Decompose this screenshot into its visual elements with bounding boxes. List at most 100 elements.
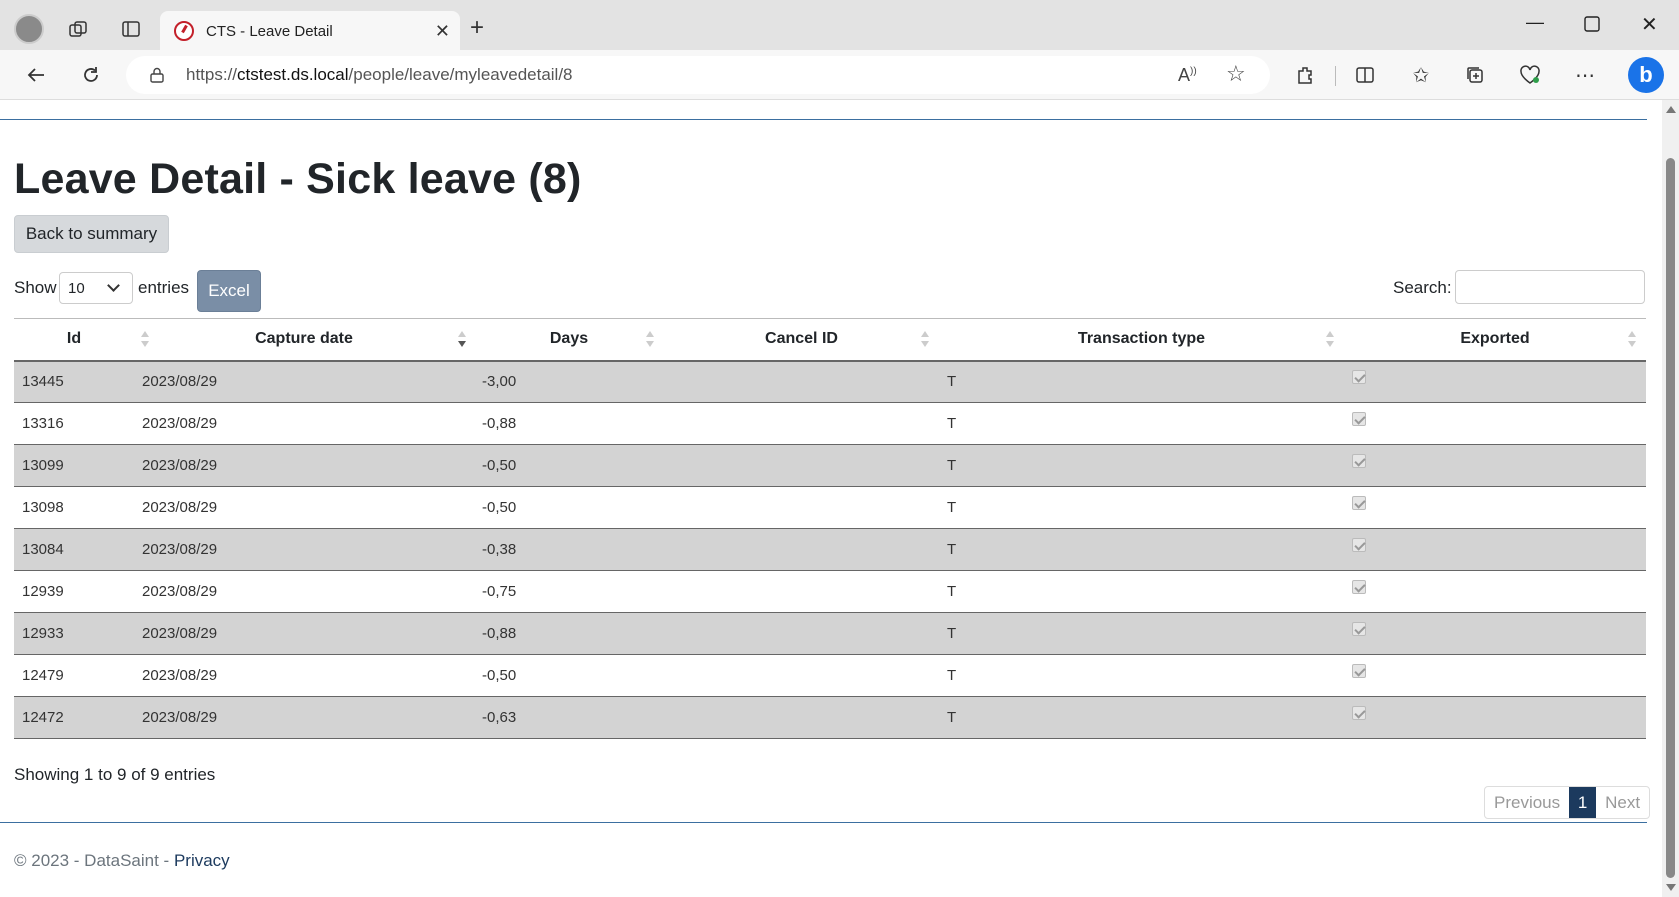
refresh-icon[interactable] [76, 60, 106, 90]
cell-capture-date: 2023/08/29 [134, 570, 474, 613]
tab-active[interactable]: CTS - Leave Detail ✕ [160, 11, 460, 51]
column-header-transaction-type[interactable]: Transaction type [939, 318, 1344, 362]
cell-exported [1344, 528, 1646, 571]
maximize-icon[interactable] [1584, 12, 1600, 37]
table-row: 13098 2023/08/29 -0,50 T [14, 486, 1646, 529]
browser-essentials-icon[interactable] [1515, 60, 1545, 90]
table-row: 12939 2023/08/29 -0,75 T [14, 570, 1646, 613]
cell-id: 13099 [14, 444, 134, 487]
copyright-text: © 2023 - DataSaint - [14, 851, 174, 870]
scrollbar-thumb[interactable] [1666, 158, 1675, 878]
cell-id: 12933 [14, 612, 134, 655]
exported-checkbox [1352, 621, 1366, 636]
cell-days: -0,50 [474, 444, 664, 487]
cell-capture-date: 2023/08/29 [134, 528, 474, 571]
column-header-days[interactable]: Days [474, 318, 664, 362]
cell-days: -0,88 [474, 612, 664, 655]
extensions-icon[interactable] [1290, 60, 1320, 90]
lock-icon[interactable] [150, 67, 164, 83]
table-row: 13084 2023/08/29 -0,38 T [14, 528, 1646, 571]
page-1-button[interactable]: 1 [1569, 787, 1597, 818]
cell-capture-date: 2023/08/29 [134, 654, 474, 697]
table-body: 13445 2023/08/29 -3,00 T 13316 2023/08/29 -0,8… [14, 360, 1646, 739]
bing-icon[interactable]: b [1626, 55, 1666, 95]
excel-export-button[interactable]: Excel [197, 270, 261, 312]
exported-checkbox [1352, 705, 1366, 720]
cell-exported [1344, 402, 1646, 445]
table-row: 12933 2023/08/29 -0,88 T [14, 612, 1646, 655]
cell-exported [1344, 654, 1646, 697]
cell-exported [1344, 486, 1646, 529]
cell-transaction-type: T [939, 402, 1344, 445]
read-aloud-icon[interactable]: A)) [1178, 65, 1197, 86]
cell-cancel-id [664, 612, 939, 655]
exported-checkbox [1352, 495, 1366, 510]
page-content: Leave Detail - Sick leave (8) Back to su… [0, 100, 1662, 897]
exported-checkbox [1352, 369, 1366, 384]
table-header-row: Id Capture date Days Cancel ID Transacti… [14, 318, 1646, 362]
tab-title: CTS - Leave Detail [206, 22, 333, 40]
cell-days: -0,38 [474, 528, 664, 571]
back-to-summary-button[interactable]: Back to summary [14, 215, 169, 253]
browser-window: CTS - Leave Detail ✕ + — ✕ https://ctste… [0, 0, 1679, 897]
cell-transaction-type: T [939, 528, 1344, 571]
cell-capture-date: 2023/08/29 [134, 486, 474, 529]
profile-icon[interactable] [14, 14, 44, 44]
search-input[interactable] [1455, 270, 1645, 304]
split-screen-icon[interactable] [1350, 60, 1380, 90]
exported-checkbox [1352, 537, 1366, 552]
table-row: 12472 2023/08/29 -0,63 T [14, 696, 1646, 739]
close-window-icon[interactable]: ✕ [1641, 12, 1658, 37]
exported-checkbox [1352, 453, 1366, 468]
tab-actions-icon[interactable] [116, 14, 146, 44]
scroll-down-icon[interactable] [1666, 884, 1676, 891]
sort-icon [646, 331, 654, 349]
show-label: Show [14, 278, 57, 297]
scroll-up-icon[interactable] [1666, 106, 1676, 113]
cell-id: 13316 [14, 402, 134, 445]
header-border [0, 119, 1647, 120]
cell-days: -0,63 [474, 696, 664, 739]
cell-cancel-id [664, 402, 939, 445]
exported-checkbox [1352, 411, 1366, 426]
collections-icon[interactable] [1460, 60, 1490, 90]
chevron-down-icon [107, 279, 120, 292]
column-header-exported[interactable]: Exported [1344, 318, 1646, 362]
column-header-id[interactable]: Id [14, 318, 149, 362]
cell-capture-date: 2023/08/29 [134, 612, 474, 655]
cell-transaction-type: T [939, 654, 1344, 697]
previous-page-button[interactable]: Previous [1485, 787, 1569, 818]
cell-cancel-id [664, 528, 939, 571]
favorite-star-icon[interactable]: ☆ [1226, 61, 1246, 87]
cell-cancel-id [664, 360, 939, 403]
cell-transaction-type: T [939, 360, 1344, 403]
favorites-icon[interactable]: ✩ [1406, 60, 1436, 90]
next-page-button[interactable]: Next [1596, 787, 1649, 818]
cell-id: 12939 [14, 570, 134, 613]
sort-icon [1326, 331, 1334, 349]
entries-select[interactable]: 10 [59, 272, 133, 304]
workspaces-icon[interactable] [63, 14, 93, 44]
new-tab-icon[interactable]: + [470, 16, 484, 40]
page-scrollbar[interactable] [1662, 100, 1679, 897]
more-icon[interactable]: ⋯ [1570, 60, 1600, 90]
back-icon[interactable] [21, 60, 51, 90]
cell-cancel-id [664, 696, 939, 739]
cell-days: -0,75 [474, 570, 664, 613]
column-header-capture-date[interactable]: Capture date [134, 318, 474, 362]
privacy-link[interactable]: Privacy [174, 851, 230, 870]
cell-exported [1344, 570, 1646, 613]
toolbar-divider [1335, 66, 1336, 86]
column-header-cancel-id[interactable]: Cancel ID [664, 318, 939, 362]
close-tab-icon[interactable]: ✕ [435, 21, 450, 42]
table-row: 13445 2023/08/29 -3,00 T [14, 360, 1646, 403]
url-host: ctstest.ds.local [237, 65, 349, 84]
cell-transaction-type: T [939, 570, 1344, 613]
minimize-icon[interactable]: — [1526, 12, 1544, 33]
address-bar[interactable]: https://ctstest.ds.local/people/leave/my… [126, 56, 1270, 94]
sort-icon [1628, 331, 1636, 349]
cell-transaction-type: T [939, 612, 1344, 655]
table-row: 12479 2023/08/29 -0,50 T [14, 654, 1646, 697]
cell-exported [1344, 360, 1646, 403]
table-info: Showing 1 to 9 of 9 entries [14, 765, 216, 784]
